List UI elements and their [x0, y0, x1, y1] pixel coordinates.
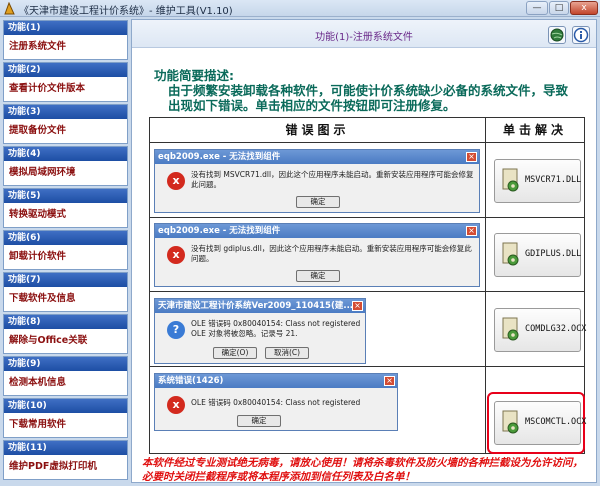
sidebar-item-head: 功能(9) [4, 357, 127, 371]
sidebar-item-view-version[interactable]: 功能(2) 查看计价文件版本 [3, 62, 128, 102]
sidebar-item-simulate-lan[interactable]: 功能(4) 模拟局域网环境 [3, 146, 128, 186]
dialog-ok-button: 确定 [296, 270, 340, 282]
installer-icon [502, 317, 519, 341]
error-dialog-msvcr71: eqb2009.exe - 无法找到组件 × x 没有找到 MSVCR71.dl… [154, 149, 480, 213]
column-divider [485, 118, 486, 453]
sidebar-item-label: 解除与Office关联 [9, 335, 88, 346]
sidebar-item-label: 维护PDF虚拟打印机 [9, 461, 97, 472]
maximize-button[interactable]: □ [549, 1, 569, 15]
col-header-errors: 错误图示 [150, 118, 485, 143]
globe-icon [550, 28, 564, 42]
sidebar: 功能(1) 注册系统文件 功能(2) 查看计价文件版本 功能(3) 提取备份文件… [3, 19, 128, 482]
sidebar-item-head: 功能(6) [4, 231, 127, 245]
description: 功能简要描述: 由于频繁安装卸载各种软件，可能使计价系统缺少必备的系统文件，导致… [154, 68, 574, 113]
error-icon: x [167, 246, 185, 264]
dialog-title: eqb2009.exe - 无法找到组件 [155, 150, 479, 164]
description-title: 功能简要描述: [154, 68, 234, 83]
sidebar-item-head: 功能(10) [4, 399, 127, 413]
sidebar-item-head: 功能(3) [4, 105, 127, 119]
installer-icon [502, 410, 519, 434]
error-dialog-gdiplus: eqb2009.exe - 无法找到组件 × x 没有找到 gdiplus.dl… [154, 223, 480, 287]
sidebar-item-download-info[interactable]: 功能(7) 下载软件及信息 [3, 272, 128, 312]
error-table: 错误图示 单击解决 eqb2009.exe - 无法找到组件 × x 没有找到 … [149, 117, 586, 454]
footer-warning: 本软件经过专业测试绝无病毒，请放心使用！请将杀毒软件及防火墙的各种拦截设为允许访… [142, 457, 583, 483]
row-divider [150, 291, 584, 292]
description-body: 由于频繁安装卸载各种软件，可能使计价系统缺少必备的系统文件，导致出现如下错误。单… [168, 83, 569, 113]
sidebar-item-label: 转换驱动模式 [9, 209, 67, 220]
sidebar-item-label: 注册系统文件 [9, 41, 67, 52]
main-panel: 功能(1)-注册系统文件 功能简要描述: 由于频繁安装卸载各种软件，可能使计价系… [131, 19, 597, 483]
globe-button[interactable] [548, 26, 566, 44]
error-icon: x [167, 172, 185, 190]
dialog-message: OLE 错误码 0x80040154: Class not registered [191, 398, 361, 407]
dialog-close-icon: × [384, 376, 395, 386]
dialog-title: 系统错误(1426) [155, 374, 397, 388]
fix-button-label: GDIPLUS.DLL [525, 249, 582, 259]
sidebar-item-head: 功能(11) [4, 441, 127, 455]
sidebar-item-download-software[interactable]: 功能(10) 下载常用软件 [3, 398, 128, 438]
dialog-close-icon: × [352, 301, 363, 311]
dialog-close-icon: × [466, 152, 477, 162]
dialog-message: OLE 错误码 0x80040154: Class not registered… [191, 319, 361, 338]
fix-button-label: MSVCR71.DLL [525, 175, 582, 185]
dialog-ok-button: 确定(O) [213, 347, 257, 359]
info-button[interactable] [572, 26, 590, 44]
fix-comdlg32-button[interactable]: COMDLG32.OCX [494, 308, 586, 352]
error-icon: x [167, 396, 185, 414]
sidebar-item-label: 模拟局域网环境 [9, 167, 76, 178]
installer-icon [502, 168, 519, 192]
sidebar-item-label: 下载软件及信息 [9, 293, 76, 304]
fix-gdiplus-button[interactable]: GDIPLUS.DLL [494, 233, 581, 277]
sidebar-item-uninstall[interactable]: 功能(6) 卸载计价软件 [3, 230, 128, 270]
sidebar-item-detect-machine[interactable]: 功能(9) 检测本机信息 [3, 356, 128, 396]
sidebar-item-extract-backup[interactable]: 功能(3) 提取备份文件 [3, 104, 128, 144]
info-icon [573, 27, 589, 43]
sidebar-item-register[interactable]: 功能(1) 注册系统文件 [3, 20, 128, 60]
sidebar-item-label: 卸载计价软件 [9, 251, 67, 262]
dialog-message: 没有找到 gdiplus.dll，因此这个应用程序未能启动。重新安装应用程序可能… [191, 244, 472, 263]
sidebar-item-head: 功能(1) [4, 21, 127, 35]
row-divider [150, 366, 584, 367]
fix-msvcr71-button[interactable]: MSVCR71.DLL [494, 159, 581, 203]
installer-icon [502, 242, 519, 266]
title-bar: 《天津市建设工程计价系统》- 维护工具(V1.10) — □ x [0, 0, 600, 17]
fix-button-label: MSCOMCTL.OCX [525, 417, 587, 427]
dialog-close-icon: × [466, 226, 477, 236]
sidebar-item-head: 功能(8) [4, 315, 127, 329]
sidebar-item-head: 功能(4) [4, 147, 127, 161]
dialog-title: 天津市建设工程计价系统Ver2009_110415(建... [155, 299, 365, 313]
sidebar-item-label: 查看计价文件版本 [9, 83, 86, 94]
sidebar-item-head: 功能(7) [4, 273, 127, 287]
sidebar-item-office-unlink[interactable]: 功能(8) 解除与Office关联 [3, 314, 128, 354]
dialog-ok-button: 确定 [237, 415, 281, 427]
sidebar-item-driver-mode[interactable]: 功能(5) 转换驱动模式 [3, 188, 128, 228]
window-title: 《天津市建设工程计价系统》- 维护工具(V1.10) [19, 6, 233, 17]
error-dialog-mscomctl: 系统错误(1426) × x OLE 错误码 0x80040154: Class… [154, 373, 398, 431]
sidebar-item-head: 功能(2) [4, 63, 127, 77]
col-header-fix: 单击解决 [486, 118, 584, 143]
row-divider [150, 217, 584, 218]
fix-mscomctl-button[interactable]: MSCOMCTL.OCX [494, 401, 586, 445]
dialog-title: eqb2009.exe - 无法找到组件 [155, 224, 479, 238]
close-button[interactable]: x [570, 1, 598, 15]
sidebar-item-label: 提取备份文件 [9, 125, 67, 136]
dialog-message: 没有找到 MSVCR71.dll，因此这个应用程序未能启动。重新安装应用程序可能… [191, 170, 474, 189]
page-title: 功能(1)-注册系统文件 [315, 32, 413, 43]
main-header: 功能(1)-注册系统文件 [132, 20, 596, 48]
dialog-ok-button: 确定 [296, 196, 340, 208]
sidebar-item-label: 下载常用软件 [9, 419, 67, 430]
dialog-cancel-button: 取消(C) [265, 347, 309, 359]
question-icon: ? [167, 321, 185, 339]
minimize-button[interactable]: — [526, 1, 548, 15]
sidebar-item-head: 功能(5) [4, 189, 127, 203]
fix-button-label: COMDLG32.OCX [525, 324, 587, 334]
app-icon [4, 2, 15, 15]
sidebar-item-pdf-printer[interactable]: 功能(11) 维护PDF虚拟打印机 [3, 440, 128, 480]
sidebar-item-label: 检测本机信息 [9, 377, 67, 388]
error-dialog-comdlg32: 天津市建设工程计价系统Ver2009_110415(建... × ? OLE 错… [154, 298, 366, 364]
